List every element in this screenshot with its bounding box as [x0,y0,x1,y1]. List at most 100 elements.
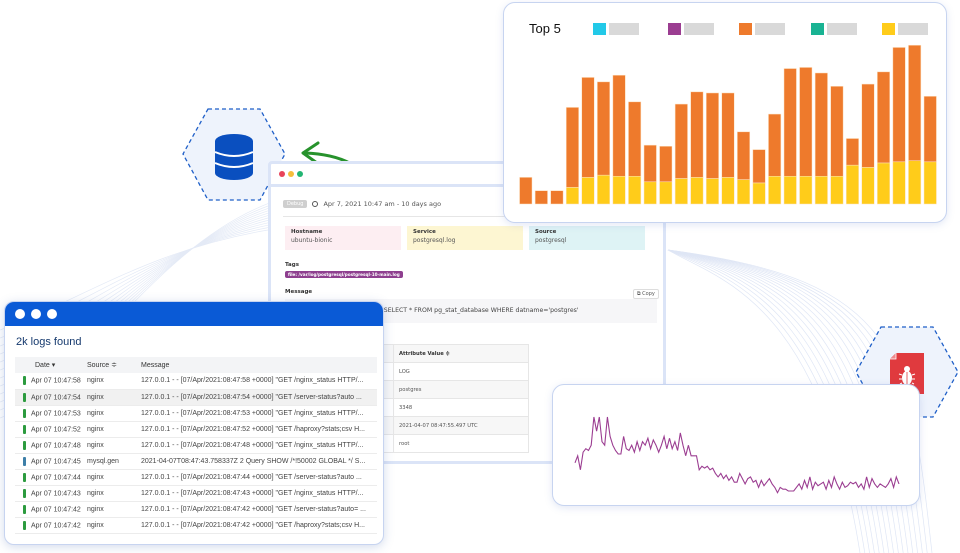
bar-orange-20 [814,72,828,177]
bar-orange-18 [783,68,797,177]
log-source: nginx [87,389,141,406]
legend-swatch [739,23,752,35]
window-dot-red[interactable] [279,171,285,177]
card-label: Hostname [291,229,323,235]
window-dot[interactable] [47,309,57,319]
log-source: nginx [87,469,141,486]
attr-value-header[interactable]: Attribute Value ≑ [393,344,529,363]
bar-yellow-12 [690,177,704,205]
log-row[interactable]: Apr 07 10:47:48 nginx 127.0.0.1 - - [07/Ap… [15,437,377,454]
window-dot-green[interactable] [297,171,303,177]
log-row[interactable]: Apr 07 10:47:45 mysql.gen 2021-04-07T08:47… [15,453,377,470]
card-label: Source [535,229,557,235]
legend-item[interactable] [882,23,928,35]
legend-item[interactable] [739,23,785,35]
log-message: 127.0.0.1 - - [07/Apr/2021:08:47:43 +000… [141,485,377,502]
bar-orange-19 [799,67,813,177]
bar-orange-12 [690,91,704,178]
log-row[interactable]: Apr 07 10:47:43 nginx 127.0.0.1 - - [07/Ap… [15,485,377,502]
bar-orange-11 [674,103,688,179]
service-card: Service postgresql.log [407,226,523,250]
message-column-header: Message [141,357,377,373]
bar-orange-17 [768,113,782,177]
bar-orange-3 [550,190,564,205]
bar-yellow-4 [565,187,579,205]
bar-yellow-19 [799,175,813,205]
bar-yellow-26 [908,160,922,205]
source-column-header[interactable]: Source ≑ [87,357,141,373]
bar-orange-8 [628,101,642,177]
bar-orange-7 [612,74,626,177]
message-label: Message [285,289,313,295]
bar-orange-2 [534,190,548,205]
legend-item[interactable] [811,23,857,35]
bar-orange-23 [861,83,875,168]
bar-orange-27 [923,96,937,163]
line-series [574,416,900,494]
log-message: 127.0.0.1 - - [07/Apr/2021:08:47:44 +000… [141,469,377,486]
log-row[interactable]: Apr 07 10:47:42 nginx 127.0.0.1 - - [07/Ap… [15,501,377,518]
window-dot-yellow[interactable] [288,171,294,177]
legend-label-placeholder [684,23,714,35]
legend-item[interactable] [668,23,714,35]
legend-item[interactable] [593,23,639,35]
bar-yellow-13 [705,178,719,205]
log-message: 127.0.0.1 - - [07/Apr/2021:08:47:42 +000… [141,517,377,534]
tags-label: Tags [285,262,299,268]
log-date: Apr 07 10:47:42 [31,505,81,513]
bar-yellow-11 [674,178,688,205]
legend-label-placeholder [755,23,785,35]
log-source: nginx [87,517,141,534]
window-dot[interactable] [31,309,41,319]
status-indicator [23,376,26,386]
bar-orange-6 [597,81,611,176]
bar-yellow-20 [814,175,828,205]
legend-swatch [811,23,824,35]
source-card: Source postgresql [529,226,645,250]
attr-value: LOG [393,362,529,381]
bar-orange-13 [705,92,719,179]
file-tag[interactable]: file: /var/log/postgresql/postgresql-10-… [285,271,403,278]
log-row[interactable]: Apr 07 10:47:53 nginx 127.0.0.1 - - [07/Ap… [15,405,377,422]
date-column-header[interactable]: Date ▾ [15,357,87,373]
copy-label: Copy [642,291,655,297]
log-row[interactable]: Apr 07 10:47:52 nginx 127.0.0.1 - - [07/Ap… [15,421,377,438]
log-source: nginx [87,437,141,454]
log-row[interactable]: Apr 07 10:47:44 nginx 127.0.0.1 - - [07/Ap… [15,469,377,486]
hostname-card: Hostname ubuntu-bionic [285,226,401,250]
bar-orange-16 [752,149,766,184]
chart-title: Top 5 [529,21,561,36]
bar-yellow-21 [830,175,844,205]
bar-yellow-8 [628,175,642,205]
log-source: nginx [87,373,141,390]
bar-yellow-18 [783,175,797,205]
status-indicator [23,392,26,402]
bar-orange-24 [877,71,891,164]
legend-swatch [882,23,895,35]
bar-yellow-22 [845,164,859,205]
window-dot[interactable] [15,309,25,319]
bar-yellow-10 [659,181,673,205]
log-row[interactable]: Apr 07 10:47:58 nginx 127.0.0.1 - - [07/Ap… [15,373,377,390]
attr-value: 3348 [393,398,529,417]
log-row[interactable]: Apr 07 10:47:54 nginx 127.0.0.1 - - [07/Ap… [15,389,377,406]
bar-yellow-15 [737,179,751,205]
log-message: 127.0.0.1 - - [07/Apr/2021:08:47:54 +000… [141,389,377,406]
bar-yellow-23 [861,167,875,205]
bar-yellow-6 [597,174,611,205]
status-indicator [23,504,26,514]
log-date: Apr 07 10:47:42 [31,521,81,529]
bar-orange-22 [845,138,859,166]
log-source: nginx [87,485,141,502]
log-row[interactable]: Apr 07 10:47:42 nginx 127.0.0.1 - - [07/Ap… [15,517,377,534]
line-chart-panel [552,384,920,506]
status-indicator [23,424,26,434]
log-date: Apr 07 10:47:44 [31,473,81,481]
bar-orange-15 [737,131,751,180]
log-timestamp: Apr 7, 2021 10:47 am - 10 days ago [323,200,442,208]
log-date: Apr 07 10:47:52 [31,425,81,433]
bar-orange-26 [908,44,922,161]
logs-window-bar [5,302,383,326]
legend-label-placeholder [827,23,857,35]
copy-button[interactable]: ⧉ Copy [633,289,659,299]
